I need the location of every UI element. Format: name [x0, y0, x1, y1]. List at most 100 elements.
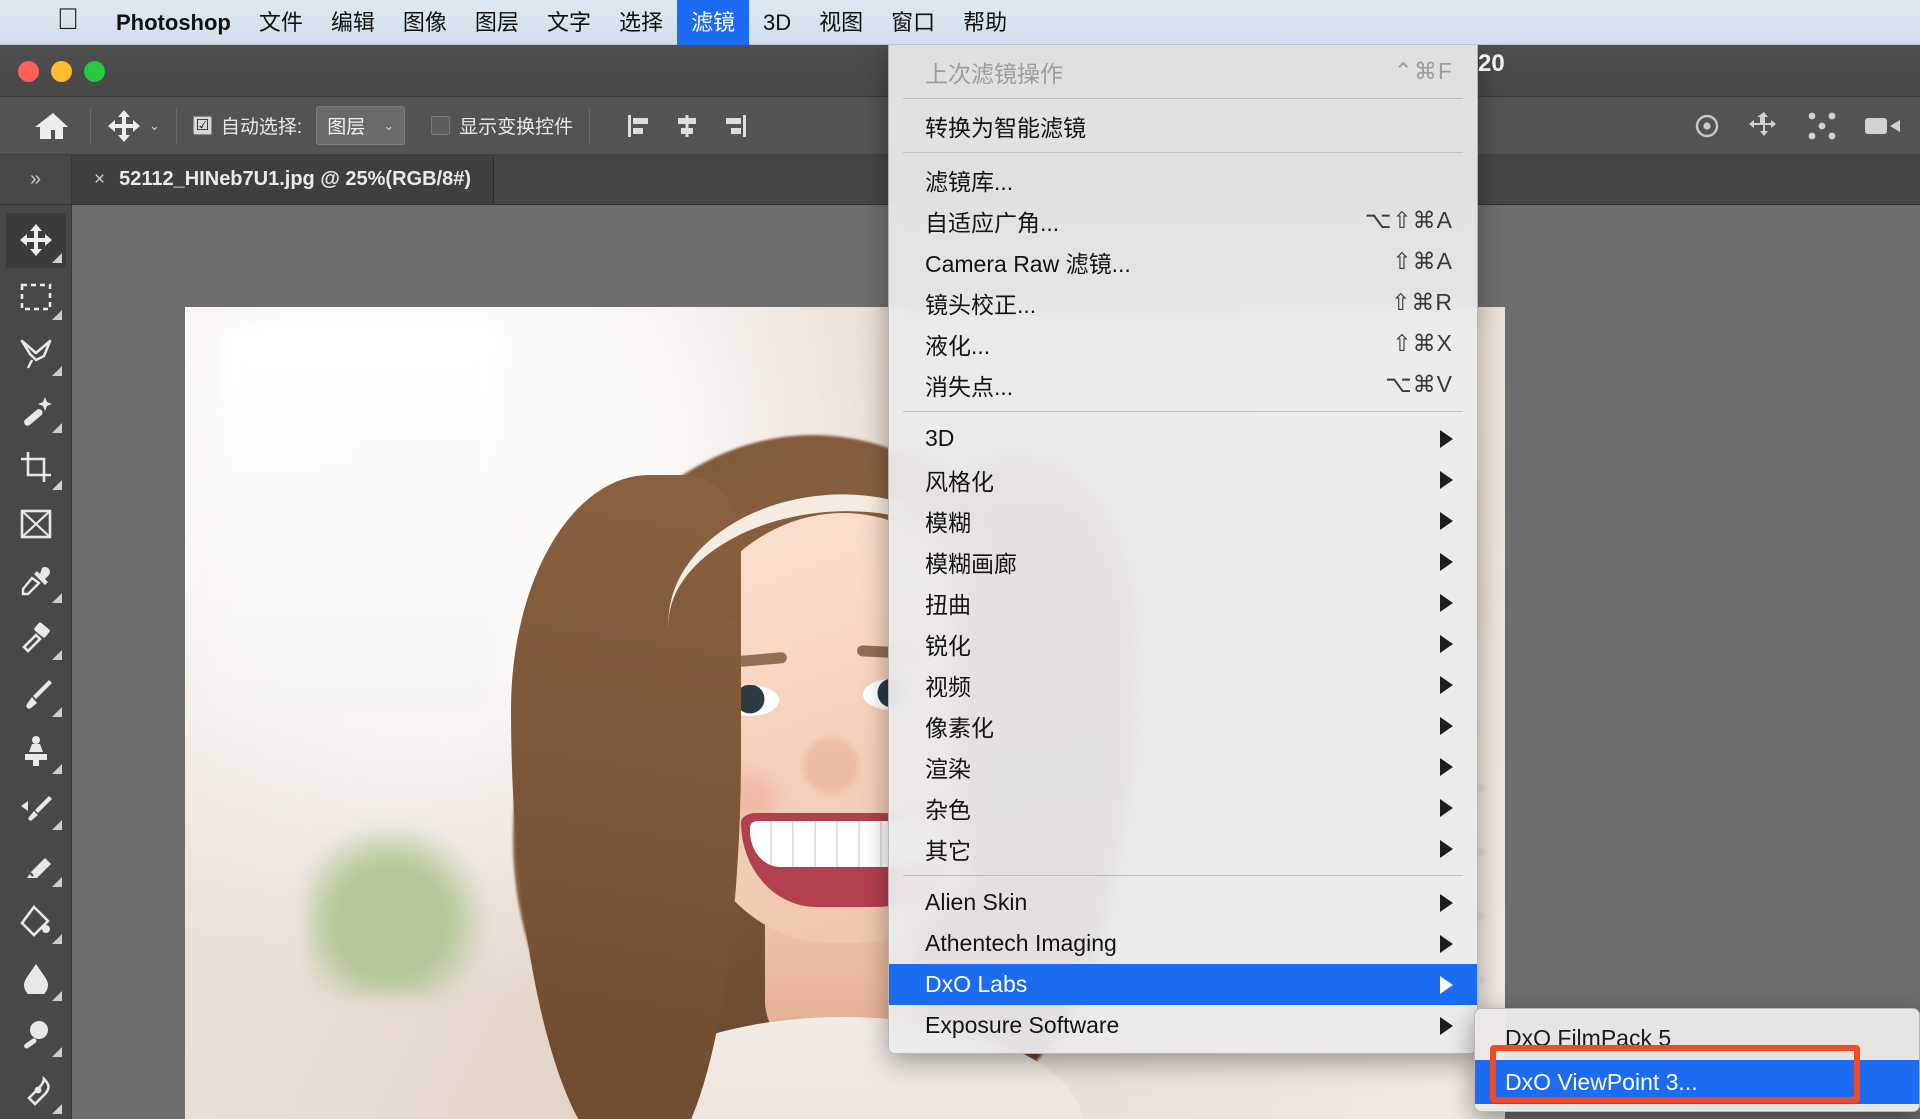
- menu-item[interactable]: 3D: [889, 418, 1477, 459]
- menu-item[interactable]: 转换为智能滤镜: [889, 105, 1477, 146]
- brush-tool[interactable]: [6, 667, 66, 722]
- home-icon[interactable]: [30, 106, 74, 146]
- menu-item[interactable]: DxO Labs: [889, 964, 1477, 1005]
- settings-icon[interactable]: [1692, 111, 1722, 141]
- menu-item[interactable]: 风格化: [889, 459, 1477, 500]
- menu-item[interactable]: 消失点... ⌥⌘V: [889, 364, 1477, 405]
- menu-item-label: 其它: [925, 837, 971, 864]
- menu-item[interactable]: 渲染: [889, 746, 1477, 787]
- menu-item[interactable]: Athentech Imaging: [889, 923, 1477, 964]
- dxo-labs-submenu[interactable]: DxO FilmPack 5 DxO ViewPoint 3...: [1474, 1008, 1920, 1112]
- menubar-item-4[interactable]: 图层: [461, 0, 533, 45]
- chevron-down-icon[interactable]: ⌄: [149, 118, 160, 134]
- menubar-item-6[interactable]: 选择: [605, 0, 677, 45]
- menu-item[interactable]: 杂色: [889, 787, 1477, 828]
- menu-item-label: Camera Raw 滤镜...: [925, 250, 1131, 277]
- align-tools-group: [626, 113, 748, 139]
- blur-tool[interactable]: [6, 951, 66, 1006]
- eraser-tool[interactable]: [6, 837, 66, 892]
- menubar-item-8[interactable]: 3D: [749, 0, 805, 45]
- maximize-window-button[interactable]: [84, 61, 105, 82]
- menu-item[interactable]: 液化... ⇧⌘X: [889, 323, 1477, 364]
- tool-more-indicator: [51, 763, 62, 774]
- menu-item[interactable]: 视频: [889, 664, 1477, 705]
- video-icon[interactable]: [1864, 113, 1902, 139]
- menu-item[interactable]: 滤镜库...: [889, 159, 1477, 200]
- align-distribute-icon[interactable]: [1806, 110, 1838, 142]
- menu-item-label: 自适应广角...: [925, 209, 1060, 236]
- options-bar-right-group: [1692, 110, 1902, 142]
- tool-more-indicator: [51, 1047, 62, 1058]
- menu-item[interactable]: 模糊: [889, 500, 1477, 541]
- menu-item-label: 模糊: [925, 509, 971, 536]
- menu-item-label: 像素化: [925, 714, 994, 741]
- document-tab[interactable]: × 52112_HINeb7U1.jpg @ 25%(RGB/8#): [72, 155, 494, 204]
- history-brush-tool[interactable]: [6, 781, 66, 836]
- menubar-item-7[interactable]: 滤镜: [676, 0, 749, 45]
- toolbar-expand-button[interactable]: »: [0, 155, 72, 204]
- align-center-icon[interactable]: [674, 113, 700, 139]
- filter-dropdown-menu[interactable]: 上次滤镜操作 ⌃⌘F 转换为智能滤镜 滤镜库... 自适应广角... ⌥⇧⌘A Camera…: [888, 45, 1478, 1054]
- distribute-icon[interactable]: [1748, 110, 1780, 142]
- align-right-icon[interactable]: [722, 113, 748, 139]
- menubar-item-10[interactable]: 窗口: [877, 0, 949, 45]
- menu-item[interactable]: 自适应广角... ⌥⇧⌘A: [889, 200, 1477, 241]
- menu-item-label: 视频: [925, 673, 971, 700]
- tool-more-indicator: [51, 423, 62, 433]
- tool-more-indicator: [51, 593, 62, 604]
- eyedropper-tool[interactable]: [6, 554, 66, 609]
- apple-logo-icon[interactable]: : [48, 5, 88, 35]
- menubar-item-0[interactable]: Photoshop: [102, 0, 245, 45]
- dodge-tool[interactable]: [6, 1008, 66, 1063]
- menu-item-shortcut: ⇧⌘R: [1391, 289, 1453, 315]
- menu-item[interactable]: 镜头校正... ⇧⌘R: [889, 282, 1477, 323]
- marquee-tool[interactable]: [6, 270, 66, 325]
- auto-select-checkbox[interactable]: ☑: [192, 116, 212, 135]
- crop-tool[interactable]: [6, 440, 66, 495]
- auto-select-scope-dropdown[interactable]: 图层 ⌄: [316, 106, 406, 145]
- tool-more-indicator: [51, 366, 62, 377]
- tool-more-indicator: [51, 252, 62, 263]
- document-tab-title: 52112_HINeb7U1.jpg @ 25%(RGB/8#): [119, 168, 471, 190]
- lasso-tool[interactable]: [6, 327, 66, 382]
- menu-item[interactable]: Exposure Software: [889, 1005, 1477, 1046]
- menubar-item-11[interactable]: 帮助: [949, 0, 1021, 45]
- tool-more-indicator: [51, 650, 62, 660]
- menubar-item-1[interactable]: 文件: [245, 0, 317, 45]
- align-left-icon[interactable]: [626, 113, 652, 139]
- submenu-item[interactable]: DxO FilmPack 5: [1475, 1016, 1919, 1060]
- menu-item[interactable]: 扭曲: [889, 582, 1477, 623]
- magic-wand-tool[interactable]: [6, 383, 66, 438]
- tool-more-indicator: [51, 1104, 62, 1114]
- menu-item[interactable]: Camera Raw 滤镜... ⇧⌘A: [889, 241, 1477, 282]
- minimize-window-button[interactable]: [51, 61, 72, 82]
- move-tool[interactable]: [5, 213, 66, 268]
- submenu-arrow-icon: [1440, 975, 1453, 994]
- submenu-item[interactable]: DxO ViewPoint 3...: [1475, 1060, 1919, 1104]
- menu-item-shortcut: ⌃⌘F: [1393, 58, 1453, 84]
- menubar-item-2[interactable]: 编辑: [317, 0, 389, 45]
- gradient-tool[interactable]: [6, 894, 66, 949]
- menu-item-shortcut: ⌥⇧⌘A: [1364, 207, 1453, 233]
- menu-item[interactable]: 像素化: [889, 705, 1477, 746]
- frame-tool[interactable]: [6, 497, 66, 552]
- submenu-arrow-icon: [1440, 798, 1453, 817]
- divider: [90, 107, 91, 144]
- pen-tool[interactable]: [6, 1064, 66, 1119]
- show-transform-checkbox[interactable]: [431, 116, 451, 135]
- menu-item[interactable]: Alien Skin: [889, 882, 1477, 923]
- clone-stamp-tool[interactable]: [6, 724, 66, 779]
- menubar-item-9[interactable]: 视图: [805, 0, 877, 45]
- menu-item[interactable]: 其它: [889, 828, 1477, 869]
- menu-item[interactable]: 锐化: [889, 623, 1477, 664]
- close-icon[interactable]: ×: [94, 169, 105, 191]
- submenu-arrow-icon: [1440, 552, 1453, 571]
- photoshop-screen: ⌄ ☑ 自动选择: 图层 ⌄ 显示变换控件 » × 52112_HINeb7U1…: [0, 0, 1920, 1119]
- menu-item-label: 转换为智能滤镜: [925, 114, 1086, 141]
- menu-item[interactable]: 模糊画廊: [889, 541, 1477, 582]
- healing-brush-tool[interactable]: [6, 610, 66, 665]
- menubar-item-5[interactable]: 文字: [533, 0, 605, 45]
- move-tool-icon[interactable]: ⌄: [107, 109, 160, 143]
- menubar-item-3[interactable]: 图像: [389, 0, 461, 45]
- close-window-button[interactable]: [18, 61, 39, 82]
